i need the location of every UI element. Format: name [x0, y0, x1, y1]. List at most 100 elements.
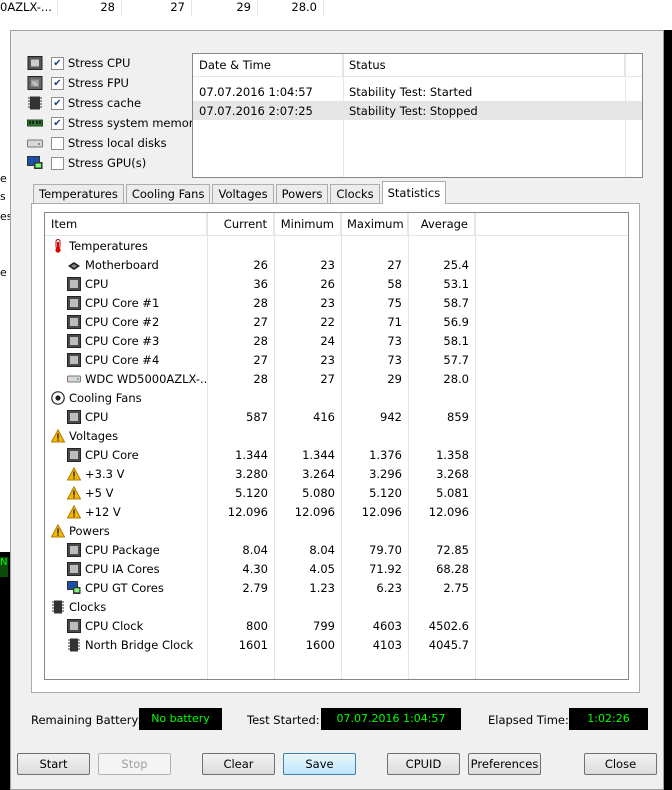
header-maximum[interactable]: Maximum: [341, 213, 408, 235]
bg-row-maximum: 29: [192, 0, 258, 16]
tab-cooling-fans[interactable]: Cooling Fans: [125, 184, 211, 203]
clear-button[interactable]: Clear: [202, 753, 275, 775]
stats-row[interactable]: CPU Package 8.04 8.04 79.70 72.85: [45, 540, 628, 559]
header-minimum[interactable]: Minimum: [274, 213, 341, 235]
stats-group-row[interactable]: Voltages: [45, 426, 628, 445]
stress-disks-option[interactable]: Stress local disks: [27, 133, 200, 153]
stats-item-name: Temperatures: [45, 238, 207, 253]
stats-column-divider: [207, 213, 208, 679]
stress-memory-checkbox[interactable]: ✔: [51, 116, 64, 130]
stress-fpu-checkbox[interactable]: ✔: [51, 76, 64, 90]
log-column-divider: [625, 54, 626, 177]
stats-group-row[interactable]: Temperatures: [45, 236, 628, 255]
stats-maximum-value: 4103: [372, 637, 402, 652]
stats-row[interactable]: WDC WD5000AZLX-... 28 27 29 28.0: [45, 369, 628, 388]
stats-row[interactable]: CPU Core #1 28 23 75 58.7: [45, 293, 628, 312]
stats-row[interactable]: CPU 587 416 942 859: [45, 407, 628, 426]
stats-row[interactable]: CPU IA Cores 4.30 4.05 71.92 68.28: [45, 559, 628, 578]
start-button[interactable]: Start: [17, 753, 90, 775]
stats-minimum-value: 22: [320, 314, 335, 329]
stats-row[interactable]: CPU Core #4 27 23 73 57.7: [45, 350, 628, 369]
stress-cpu-option[interactable]: ✔ Stress CPU: [27, 53, 200, 73]
log-row[interactable]: 07.07.2016 1:04:57 Stability Test: Start…: [193, 82, 642, 101]
stats-row[interactable]: +5 V 5.120 5.080 5.120 5.081: [45, 483, 628, 502]
stress-gpu-label: Stress GPU(s): [68, 156, 147, 170]
stress-memory-option[interactable]: ✔ Stress system memory: [27, 113, 200, 133]
stop-button[interactable]: Stop: [98, 753, 171, 775]
stats-group-row[interactable]: Cooling Fans: [45, 388, 628, 407]
preferences-button[interactable]: Preferences: [468, 753, 541, 775]
log-header-status[interactable]: Status: [343, 54, 625, 76]
header-current[interactable]: Current: [207, 213, 274, 235]
gpu-monitor-icon: [27, 156, 43, 169]
stress-gpu-option[interactable]: Stress GPU(s): [27, 153, 200, 173]
log-row[interactable]: 07.07.2016 2:07:25 Stability Test: Stopp…: [193, 101, 642, 120]
stats-average-value: 2.75: [443, 580, 469, 595]
event-log-table[interactable]: Date & Time Status 07.07.2016 1:04:57 St…: [192, 53, 643, 178]
stress-fpu-label: Stress FPU: [68, 76, 129, 90]
warning-icon: [66, 485, 82, 500]
stats-row[interactable]: CPU Core #2 27 22 71 56.9: [45, 312, 628, 331]
log-status: Stability Test: Started: [349, 84, 473, 99]
stats-minimum-value: 23: [320, 295, 335, 310]
stats-minimum-value: 5.080: [302, 485, 335, 500]
log-header-datetime[interactable]: Date & Time: [193, 54, 343, 76]
stats-group-row[interactable]: Powers: [45, 521, 628, 540]
stats-average-value: 4045.7: [428, 637, 469, 652]
tab-powers[interactable]: Powers: [275, 184, 329, 203]
stats-row[interactable]: North Bridge Clock 1601 1600 4103 4045.7: [45, 635, 628, 654]
save-button[interactable]: Save: [283, 753, 356, 775]
stats-row[interactable]: CPU Core #3 28 24 73 58.1: [45, 331, 628, 350]
stress-cache-option[interactable]: ✔ Stress cache: [27, 93, 200, 113]
log-status: Stability Test: Stopped: [349, 103, 478, 118]
cpu-chip-icon: [67, 542, 81, 557]
header-item[interactable]: Item: [45, 213, 207, 235]
tab-voltages[interactable]: Voltages: [212, 184, 274, 203]
stress-gpu-checkbox[interactable]: [51, 156, 64, 170]
stats-row[interactable]: CPU Core 1.344 1.344 1.376 1.358: [45, 445, 628, 464]
stats-item-name: Motherboard: [45, 258, 207, 272]
stats-maximum-value: 942: [380, 409, 402, 424]
stats-maximum-value: 73: [387, 352, 402, 367]
stats-item-name: +3.3 V: [45, 466, 207, 481]
stress-disks-checkbox[interactable]: [51, 136, 64, 150]
stats-maximum-value: 29: [387, 371, 402, 386]
stats-item-name: CPU Core: [45, 447, 207, 462]
stats-group-row[interactable]: Clocks: [45, 597, 628, 616]
stats-maximum-value: 73: [387, 333, 402, 348]
stats-item-name: Cooling Fans: [45, 391, 207, 405]
stats-average-value: 72.85: [436, 542, 469, 557]
stress-cpu-checkbox[interactable]: ✔: [51, 56, 64, 70]
memory-chip-icon: [51, 600, 65, 614]
stress-fpu-option[interactable]: % ✔ Stress FPU: [27, 73, 200, 93]
stats-item-name: CPU: [45, 276, 207, 291]
cpu-chip-icon: [67, 295, 81, 310]
statistics-table[interactable]: Item Current Minimum Maximum Average Tem…: [44, 212, 629, 680]
stats-item-label: Temperatures: [69, 238, 148, 253]
tab-clocks[interactable]: Clocks: [330, 184, 380, 203]
stats-item-name: CPU Package: [45, 542, 207, 557]
stats-current-value: 4.30: [242, 561, 268, 576]
stats-row[interactable]: CPU GT Cores 2.79 1.23 6.23 2.75: [45, 578, 628, 597]
tab-temperatures[interactable]: Temperatures: [33, 184, 124, 203]
stats-row[interactable]: Motherboard 26 23 27 25.4: [45, 255, 628, 274]
stats-row[interactable]: +3.3 V 3.280 3.264 3.296 3.268: [45, 464, 628, 483]
warning-icon: [50, 428, 66, 443]
stats-item-name: +12 V: [45, 504, 207, 519]
close-button[interactable]: Close: [584, 753, 657, 775]
stats-average-value: 68.28: [436, 561, 469, 576]
cache-chip-icon: [28, 96, 42, 110]
header-average[interactable]: Average: [408, 213, 475, 235]
stats-average-value: 4502.6: [428, 618, 469, 633]
stress-cache-checkbox[interactable]: ✔: [51, 96, 64, 110]
battery-label: Remaining Battery:: [31, 713, 142, 727]
stress-cache-label: Stress cache: [68, 96, 142, 110]
stats-item-label: CPU Core #4: [85, 352, 160, 367]
stats-item-label: CPU Package: [85, 542, 160, 557]
stats-average-value: 5.081: [436, 485, 469, 500]
stats-row[interactable]: +12 V 12.096 12.096 12.096 12.096: [45, 502, 628, 521]
tab-statistics[interactable]: Statistics: [381, 181, 447, 204]
stats-row[interactable]: CPU Clock 800 799 4603 4502.6: [45, 616, 628, 635]
stats-row[interactable]: CPU 36 26 58 53.1: [45, 274, 628, 293]
cpuid-button[interactable]: CPUID: [387, 753, 460, 775]
